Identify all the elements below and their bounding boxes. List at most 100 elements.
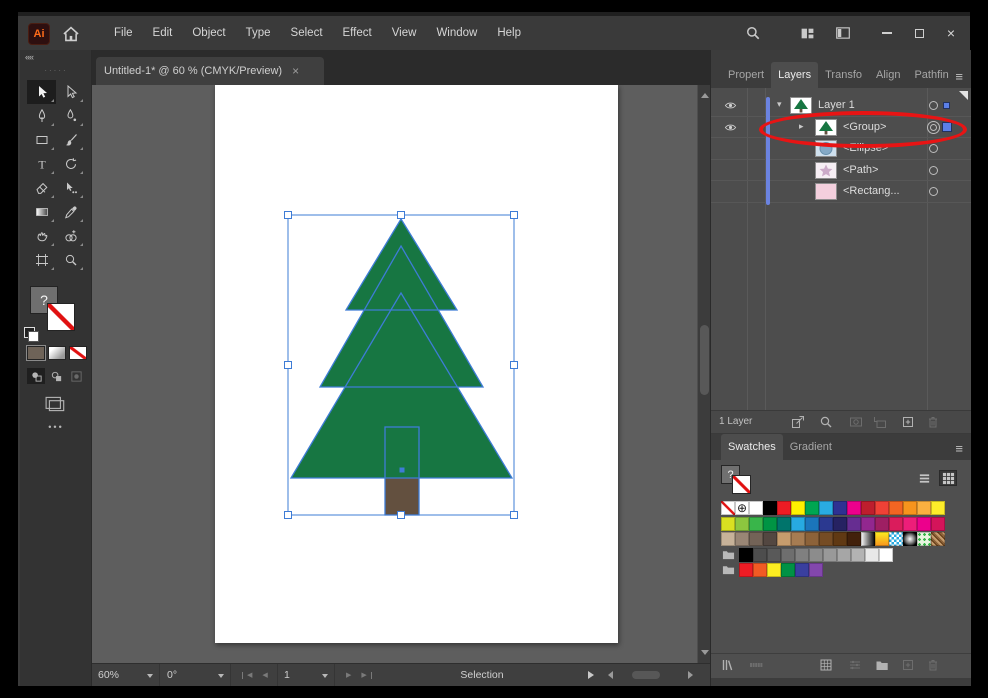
new-swatch-icon[interactable] bbox=[901, 658, 916, 673]
menu-object[interactable]: Object bbox=[182, 16, 235, 50]
layer-thumbnail[interactable] bbox=[815, 183, 837, 200]
scroll-right-icon[interactable] bbox=[688, 671, 697, 679]
menu-select[interactable]: Select bbox=[281, 16, 333, 50]
swatch-options-icon[interactable] bbox=[848, 658, 863, 673]
swatch-color[interactable] bbox=[903, 516, 917, 531]
stroke-color-proxy[interactable] bbox=[47, 303, 75, 331]
swatch-color[interactable] bbox=[819, 516, 833, 531]
swatch-color[interactable] bbox=[875, 516, 889, 531]
swatch-pattern-texture[interactable] bbox=[931, 532, 945, 546]
swatch-color[interactable] bbox=[791, 516, 805, 531]
menu-window[interactable]: Window bbox=[426, 16, 487, 50]
tab-propert[interactable]: Propert bbox=[721, 62, 771, 88]
target-circle-icon[interactable] bbox=[929, 187, 938, 196]
swatch-color[interactable] bbox=[837, 547, 851, 562]
swatch-registration[interactable]: ⊕ bbox=[735, 501, 749, 515]
swatch-color[interactable] bbox=[847, 501, 861, 515]
panel-menu-icon[interactable]: ≡ bbox=[955, 69, 963, 84]
menu-view[interactable]: View bbox=[382, 16, 427, 50]
swatch-color[interactable] bbox=[865, 547, 879, 562]
color-themes-icon[interactable] bbox=[749, 658, 764, 673]
swatch-color[interactable] bbox=[847, 532, 861, 546]
swatches-menu-icon[interactable]: ≡ bbox=[955, 441, 963, 456]
selection-indicator[interactable] bbox=[943, 102, 950, 109]
tab-align[interactable]: Align bbox=[869, 62, 907, 88]
swatch-color[interactable] bbox=[805, 501, 819, 515]
swatch-color[interactable] bbox=[749, 516, 763, 531]
swatch-color[interactable] bbox=[931, 501, 945, 515]
close-button[interactable]: × bbox=[938, 22, 964, 44]
arrange-documents-icon[interactable] bbox=[796, 22, 818, 44]
target-circle-icon[interactable] bbox=[929, 101, 938, 110]
tree-triangle-top[interactable] bbox=[346, 219, 457, 310]
swatch-none[interactable] bbox=[721, 501, 735, 515]
scroll-up-icon[interactable] bbox=[701, 89, 709, 98]
artboard-tool[interactable] bbox=[27, 248, 56, 272]
delete-layer-icon[interactable] bbox=[926, 415, 941, 430]
color-button[interactable] bbox=[26, 345, 46, 361]
swatch-color[interactable] bbox=[735, 532, 749, 546]
swatch-color[interactable] bbox=[805, 516, 819, 531]
swatch-color[interactable] bbox=[749, 532, 763, 546]
swatch-color[interactable] bbox=[861, 516, 875, 531]
swatch-color[interactable] bbox=[889, 516, 903, 531]
layer-row-path[interactable]: <Path> bbox=[711, 160, 971, 181]
swatch-color[interactable] bbox=[795, 563, 809, 577]
target-circle-icon[interactable] bbox=[929, 165, 938, 175]
target-circle-icon[interactable] bbox=[929, 144, 938, 153]
layer-name[interactable]: <Path> bbox=[843, 164, 878, 176]
new-color-group-icon[interactable] bbox=[875, 658, 890, 673]
swatch-color[interactable] bbox=[809, 563, 823, 577]
list-view-icon[interactable] bbox=[915, 470, 933, 486]
swatch-kinds-icon[interactable] bbox=[819, 658, 834, 673]
color-group-folder-icon[interactable] bbox=[721, 563, 737, 577]
swatch-color[interactable] bbox=[833, 532, 847, 546]
swatch-color[interactable] bbox=[753, 563, 767, 577]
grid-view-icon[interactable] bbox=[939, 470, 957, 486]
swatch-color[interactable] bbox=[833, 501, 847, 515]
rotate-tool[interactable] bbox=[56, 152, 85, 176]
locate-object-icon[interactable] bbox=[819, 415, 834, 430]
selection-tool[interactable] bbox=[27, 80, 56, 104]
layer-thumbnail[interactable] bbox=[790, 97, 812, 114]
layer-thumbnail[interactable] bbox=[815, 161, 837, 179]
zoom-tool[interactable] bbox=[56, 248, 85, 272]
swatch-color[interactable] bbox=[931, 516, 945, 531]
menu-file[interactable]: File bbox=[104, 16, 143, 50]
vertical-scrollbar[interactable] bbox=[697, 85, 710, 663]
swatch-color[interactable] bbox=[917, 501, 931, 515]
curvature-tool[interactable] bbox=[56, 104, 85, 128]
home-icon[interactable] bbox=[62, 25, 80, 43]
swatch-pattern-green[interactable] bbox=[917, 532, 931, 546]
swatch-color[interactable] bbox=[791, 532, 805, 546]
tab-pathfin[interactable]: Pathfin bbox=[907, 62, 955, 88]
close-tab-icon[interactable]: × bbox=[292, 64, 299, 78]
default-fill-stroke-icon[interactable] bbox=[24, 327, 39, 342]
swatch-color[interactable] bbox=[847, 516, 861, 531]
screen-mode-icon[interactable] bbox=[42, 394, 70, 414]
collect-for-export-icon[interactable] bbox=[791, 415, 806, 430]
tab-transfo[interactable]: Transfo bbox=[818, 62, 869, 88]
swatch-color[interactable] bbox=[777, 516, 791, 531]
swatch-color[interactable] bbox=[763, 501, 777, 515]
swatch-color[interactable] bbox=[833, 516, 847, 531]
none-button[interactable] bbox=[69, 346, 87, 360]
swatch-color[interactable] bbox=[777, 532, 791, 546]
draw-inside-icon[interactable] bbox=[67, 368, 85, 384]
swatch-color[interactable] bbox=[753, 547, 767, 562]
swatch-color[interactable] bbox=[795, 547, 809, 562]
swatch-color[interactable] bbox=[861, 501, 875, 515]
swatch-color[interactable] bbox=[749, 501, 763, 515]
horizontal-scroll-thumb[interactable] bbox=[632, 671, 660, 679]
shape-builder-tool[interactable] bbox=[56, 224, 85, 248]
chevron-down-icon[interactable]: ▾ bbox=[777, 99, 782, 110]
layer-name[interactable]: <Rectang... bbox=[843, 185, 900, 197]
new-layer-icon[interactable] bbox=[901, 415, 916, 430]
swatch-color[interactable] bbox=[777, 501, 791, 515]
swatch-color[interactable] bbox=[875, 501, 889, 515]
status-expand-icon[interactable] bbox=[588, 671, 598, 679]
tab-gradient[interactable]: Gradient bbox=[783, 434, 839, 460]
scroll-left-icon[interactable] bbox=[604, 671, 613, 679]
layer-name[interactable]: Layer 1 bbox=[818, 99, 855, 111]
eyedropper-tool[interactable] bbox=[56, 200, 85, 224]
